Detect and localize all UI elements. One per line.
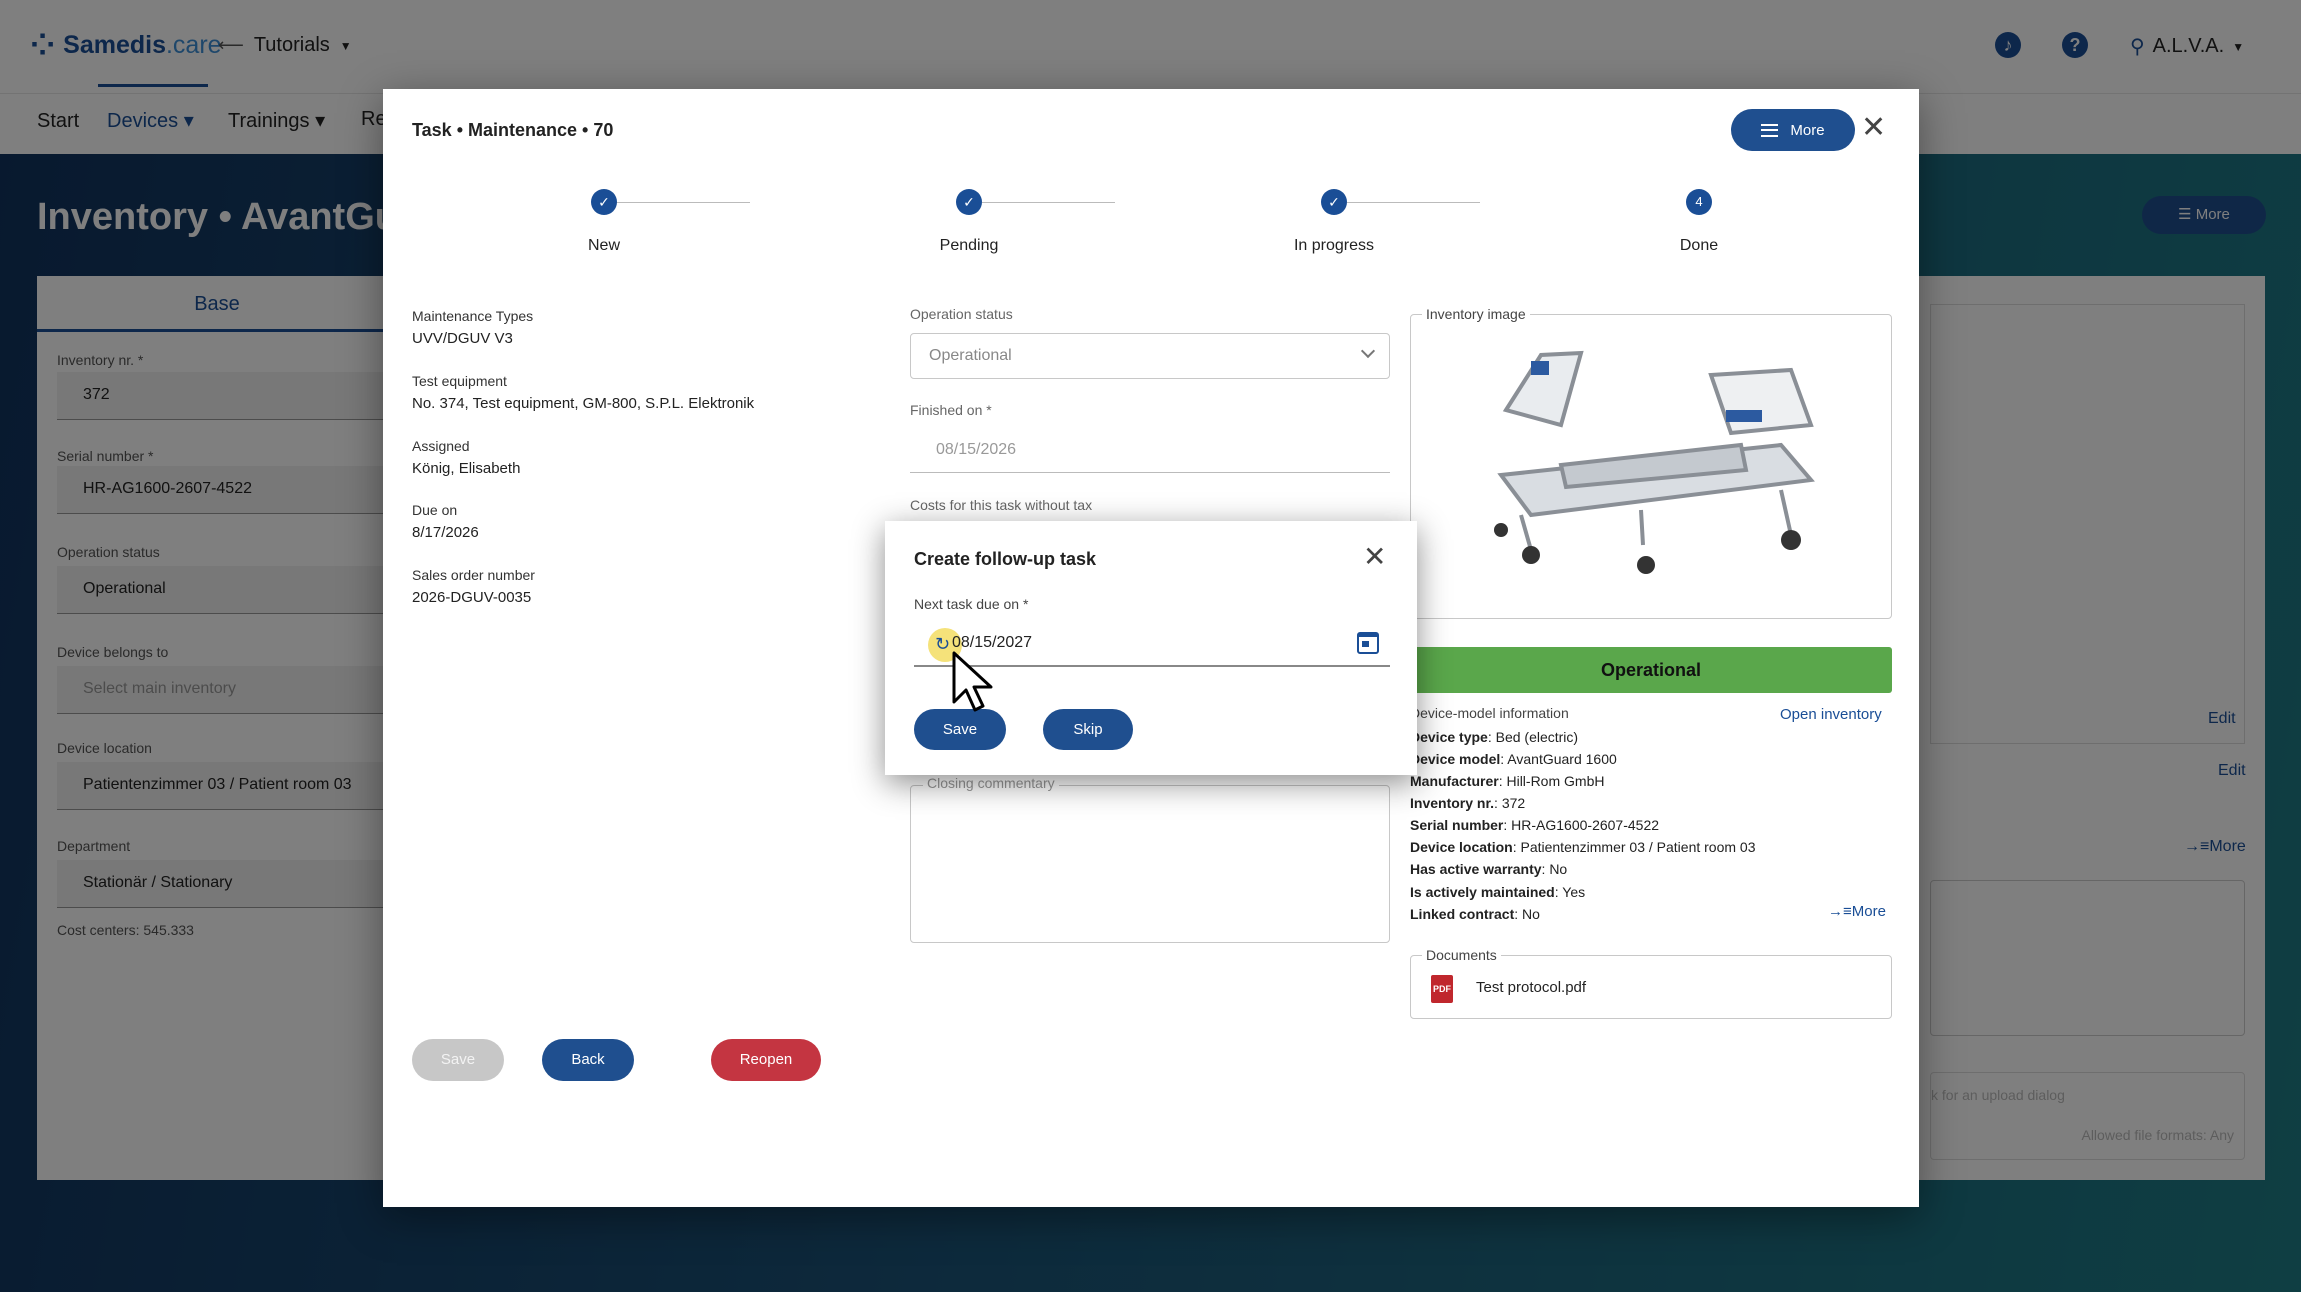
row-key: Has active warranty [1410,861,1542,877]
next-due-label: Next task due on * [914,596,1029,612]
chevron-down-icon [1360,343,1376,359]
due-on-value: 8/17/2026 [412,524,479,541]
row-key: Linked contract [1410,906,1515,922]
mouse-cursor-icon [952,651,993,712]
device-model-more-link[interactable]: →≡More [1828,903,1886,920]
stepper-connector [1347,202,1480,203]
status-badge: Operational [1410,647,1892,693]
row-value: No [1549,861,1568,877]
maintenance-types-value: UVV/DGUV V3 [412,330,513,347]
document-link[interactable]: Test protocol.pdf [1476,979,1586,996]
row-value: 372 [1501,795,1526,811]
device-model-row: Has active warranty: No [1410,861,1568,877]
follow-up-skip-button[interactable]: Skip [1043,709,1133,750]
row-key: Device model [1410,751,1501,767]
operation-status-label: Operation status [910,306,1013,322]
row-value: HR-AG1600-2607-4522 [1511,817,1660,833]
step-label-done: Done [1679,237,1719,254]
row-key: Device location [1410,839,1513,855]
row-key: Inventory nr. [1410,795,1495,811]
finished-on-field[interactable]: 08/15/2026 [910,427,1390,473]
row-key: Is actively maintained [1410,884,1555,900]
step-label-in-progress: In progress [1293,237,1375,254]
device-model-row: Manufacturer: Hill-Rom GmbH [1410,773,1605,789]
device-model-row: Is actively maintained: Yes [1410,884,1586,900]
info-label: Assigned [412,438,470,454]
menu-icon [1761,123,1779,137]
inventory-image-label: Inventory image [1422,306,1530,322]
test-equipment-value: No. 374, Test equipment, GM-800, S.P.L. … [412,395,755,412]
refresh-icon: ↻ [935,634,951,654]
operation-status-select[interactable]: Operational [910,333,1390,379]
device-model-row: Linked contract: No [1410,906,1540,922]
info-label: Due on [412,502,458,518]
costs-label: Costs for this task without tax [910,497,1093,513]
device-model-row: Serial number: HR-AG1600-2607-4522 [1410,817,1660,833]
close-icon[interactable]: ✕ [1861,113,1886,143]
operation-status-value: Operational [929,347,1012,364]
sales-order-value: 2026-DGUV-0035 [412,589,532,606]
row-key: Manufacturer [1410,773,1499,789]
task-more-button[interactable]: More [1731,109,1855,151]
assigned-value: König, Elisabeth [412,460,521,477]
step-check-icon: ✓ [1321,189,1347,215]
row-key: Serial number [1410,817,1504,833]
calendar-icon[interactable] [1357,632,1379,654]
save-button[interactable]: Save [412,1039,504,1081]
closing-commentary-label: Closing commentary [923,775,1059,791]
info-label: Test equipment [412,373,507,389]
row-value: AvantGuard 1600 [1507,751,1617,767]
device-model-row: Device type: Bed (electric) [1410,729,1579,745]
finished-on-label: Finished on * [910,402,992,418]
row-value: Hill-Rom GmbH [1506,773,1605,789]
task-more-label: More [1790,121,1825,139]
step-check-icon: ✓ [956,189,982,215]
info-label: Maintenance Types [412,308,534,324]
stepper-connector [616,202,750,203]
step-label-pending: Pending [939,237,999,254]
info-label: Sales order number [412,567,535,583]
documents-label: Documents [1422,947,1501,963]
reopen-button[interactable]: Reopen [711,1039,821,1081]
row-value: No [1522,906,1540,922]
row-value: Patientenzimmer 03 / Patient room 03 [1520,839,1756,855]
follow-up-title: Create follow-up task [914,549,1097,569]
follow-up-dialog: Create follow-up task ✕ Next task due on… [885,521,1417,775]
pdf-file-icon: PDF [1431,975,1453,1003]
more-label: More [1851,903,1886,920]
row-value: Yes [1562,884,1586,900]
open-inventory-link[interactable]: Open inventory [1780,706,1882,723]
step-check-icon: ✓ [591,189,617,215]
device-model-row: Inventory nr.: 372 [1410,795,1526,811]
row-key: Device type [1410,729,1488,745]
device-model-row: Device model: AvantGuard 1600 [1410,751,1617,767]
closing-commentary-field[interactable] [910,785,1390,943]
hospital-bed-image [1494,350,1815,574]
step-label-new: New [587,237,620,254]
device-model-info-label: Device-model information [1410,705,1569,721]
task-title: Task • Maintenance • 70 [412,120,614,140]
close-icon[interactable]: ✕ [1363,543,1386,571]
step-number: 4 [1686,189,1712,215]
stepper-connector [982,202,1115,203]
device-model-row: Device location: Patientenzimmer 03 / Pa… [1410,839,1756,855]
inventory-image-box [1410,314,1892,619]
back-button[interactable]: Back [542,1039,634,1081]
row-value: Bed (electric) [1495,729,1579,745]
